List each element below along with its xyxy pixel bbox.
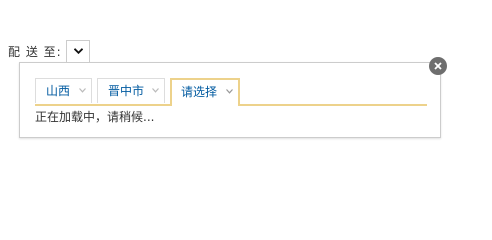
chevron-down-icon bbox=[152, 88, 159, 93]
chevron-down-icon bbox=[79, 88, 86, 93]
chevron-down-icon bbox=[73, 48, 83, 54]
area-selector-popup: 山西 晋中市 请选择 正在加载中，请稍候... bbox=[19, 62, 441, 138]
tab-city[interactable]: 晋中市 bbox=[97, 78, 165, 103]
chevron-down-icon bbox=[226, 89, 233, 94]
tab-province[interactable]: 山西 bbox=[35, 78, 92, 103]
delivery-label: 配 送 至: bbox=[8, 44, 62, 59]
delivery-row: 配 送 至: bbox=[8, 40, 90, 62]
delivery-area-dropdown[interactable] bbox=[65, 40, 90, 62]
loading-message: 正在加载中，请稍候... bbox=[35, 110, 155, 124]
tab-district-label: 请选择 bbox=[181, 85, 218, 99]
tab-province-label: 山西 bbox=[46, 84, 71, 98]
area-tabs: 山西 晋中市 请选择 bbox=[35, 78, 427, 106]
close-button[interactable] bbox=[429, 57, 447, 75]
close-icon bbox=[434, 62, 442, 70]
tab-district[interactable]: 请选择 bbox=[170, 78, 240, 106]
tab-city-label: 晋中市 bbox=[108, 84, 145, 98]
